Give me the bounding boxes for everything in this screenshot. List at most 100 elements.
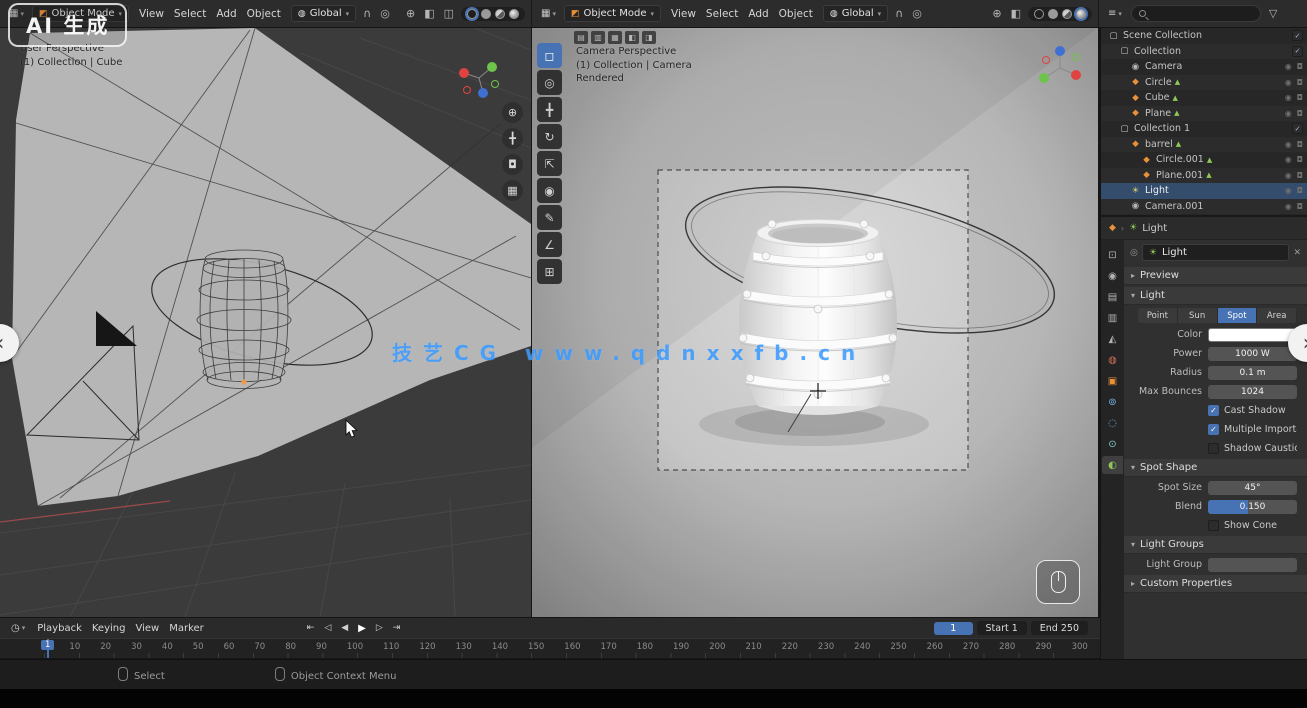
tool-settings-icon-x[interactable]: ◧ — [625, 31, 639, 44]
outliner-item-circle-001[interactable]: ◆Circle.001▲◉◘ — [1101, 152, 1307, 168]
field-max-bounces[interactable]: 1024 — [1208, 385, 1297, 399]
outliner-item-collection-1[interactable]: ▢Collection 1✓ — [1101, 121, 1307, 137]
outliner-item-plane-001[interactable]: ◆Plane.001▲◉◘ — [1101, 168, 1307, 184]
hide-in-viewport-icon[interactable]: ◉ — [1285, 171, 1292, 180]
viewport-left-canvas[interactable] — [0, 28, 531, 617]
field-radius[interactable]: 0.1 m — [1208, 366, 1297, 380]
outliner-search-input[interactable] — [1131, 5, 1261, 22]
datablock-name-field[interactable]: ☀ Light — [1142, 244, 1290, 261]
hide-in-viewport-icon[interactable]: ◉ — [1285, 93, 1292, 102]
hide-in-viewport-icon[interactable]: ◉ — [1285, 186, 1292, 195]
ortho-grid-icon[interactable]: ▦ — [502, 180, 523, 201]
snap-magnet-icon[interactable]: ∩ — [893, 6, 905, 21]
xray-toggle-icon[interactable]: ◫ — [442, 6, 456, 21]
menu-item-select[interactable]: Select — [701, 6, 743, 22]
timeline-ruler[interactable]: 0102030405060708090100110120130140150160… — [0, 638, 1100, 658]
field-light-group[interactable] — [1208, 558, 1297, 572]
disable-in-render-icon[interactable]: ◘ — [1297, 93, 1303, 102]
properties-tab-object-data[interactable]: ◐ — [1102, 456, 1123, 474]
jump-to-end-button[interactable]: ⇥ — [389, 622, 405, 635]
play-reverse-button[interactable]: ◀ — [337, 622, 352, 635]
disable-in-render-icon[interactable]: ◘ — [1297, 140, 1303, 149]
hide-in-viewport-icon[interactable]: ◉ — [1285, 140, 1292, 149]
outliner-item-collection[interactable]: ▢Collection✓ — [1101, 44, 1307, 60]
slider-blend[interactable]: 0.150 — [1208, 500, 1297, 514]
transform-orientation-select[interactable]: ◍Global▾ — [823, 5, 888, 22]
rotate-tool[interactable]: ↻ — [537, 124, 562, 149]
camera-view-icon[interactable]: ◘ — [502, 154, 523, 175]
filter-icon[interactable]: ▽ — [1267, 6, 1279, 21]
section-header-preview[interactable]: ▸Preview — [1124, 267, 1307, 285]
field-power[interactable]: 1000 W — [1208, 347, 1297, 361]
field-spot-size[interactable]: 45° — [1208, 481, 1297, 495]
menu-item-keying[interactable]: Keying — [87, 621, 131, 636]
select-box-tool[interactable]: ◻ — [537, 43, 562, 68]
menu-item-object[interactable]: Object — [774, 6, 818, 22]
menu-item-view[interactable]: View — [134, 6, 169, 22]
navigation-gizmo[interactable] — [1034, 42, 1086, 94]
prev-keyframe-button[interactable]: ◁ — [320, 622, 335, 635]
properties-tab-constraints[interactable]: ⊙ — [1102, 435, 1123, 453]
outliner-item-light[interactable]: ☀Light◉◘ — [1101, 183, 1307, 199]
menu-item-select[interactable]: Select — [169, 6, 211, 22]
hide-in-viewport-icon[interactable]: ◉ — [1285, 62, 1292, 71]
measure-tool[interactable]: ∠ — [537, 232, 562, 257]
snap-magnet-icon[interactable]: ∩ — [361, 6, 373, 21]
outliner-item-circle[interactable]: ◆Circle▲◉◘ — [1101, 75, 1307, 91]
shading-wireframe-icon[interactable] — [467, 9, 477, 19]
show-gizmo-icon[interactable]: ⊕ — [990, 6, 1003, 21]
shading-solid-icon[interactable] — [481, 9, 491, 19]
current-frame-field[interactable]: 1 — [934, 622, 972, 635]
tool-settings-icon-x[interactable]: ◨ — [642, 31, 656, 44]
editor-type-button[interactable]: ▦▾ — [538, 7, 559, 20]
outliner-item-barrel[interactable]: ◆barrel▲◉◘ — [1101, 137, 1307, 153]
outliner-item-cube[interactable]: ◆Cube▲◉◘ — [1101, 90, 1307, 106]
hide-in-viewport-icon[interactable]: ◉ — [1285, 78, 1292, 87]
editor-type-button[interactable]: ◷▾ — [8, 622, 28, 635]
section-header-light[interactable]: ▾Light — [1124, 287, 1307, 305]
properties-tab-physics[interactable]: ◌ — [1102, 414, 1123, 432]
zoom-icon[interactable]: ⊕ — [502, 102, 523, 123]
show-overlays-icon[interactable]: ◧ — [422, 6, 436, 21]
outliner-item-camera-001[interactable]: ◉Camera.001◉◘ — [1101, 199, 1307, 215]
hide-in-viewport-icon[interactable]: ◉ — [1285, 155, 1292, 164]
collection-checkbox-icon[interactable]: ✓ — [1292, 46, 1303, 57]
show-gizmo-icon[interactable]: ⊕ — [404, 6, 417, 21]
shading-solid-icon[interactable] — [1048, 9, 1058, 19]
shading-wireframe-icon[interactable] — [1034, 9, 1044, 19]
menu-item-add[interactable]: Add — [743, 6, 773, 22]
checkbox-multiple-importance[interactable]: ✓ — [1208, 424, 1219, 435]
properties-tab-modifiers[interactable]: ⊚ — [1102, 393, 1123, 411]
frame-start-field[interactable]: Start 1 — [977, 621, 1027, 635]
menu-item-marker[interactable]: Marker — [164, 621, 209, 636]
cursor-tool[interactable]: ◎ — [537, 70, 562, 95]
shading-rendered-icon[interactable] — [1076, 9, 1086, 19]
light-type-area[interactable]: Area — [1257, 308, 1297, 323]
light-type-spot[interactable]: Spot — [1218, 308, 1258, 323]
transform-orientation-select[interactable]: ◍Global▾ — [291, 5, 356, 22]
tool-settings-icon-x[interactable]: ▤ — [574, 31, 588, 44]
outliner-item-plane[interactable]: ◆Plane▲◉◘ — [1101, 106, 1307, 122]
menu-item-add[interactable]: Add — [211, 6, 241, 22]
jump-to-start-button[interactable]: ⇤ — [303, 622, 319, 635]
pan-icon[interactable]: ╋ — [502, 128, 523, 149]
light-type-sun[interactable]: Sun — [1178, 308, 1218, 323]
show-overlays-icon[interactable]: ◧ — [1009, 6, 1023, 21]
disable-in-render-icon[interactable]: ◘ — [1297, 109, 1303, 118]
disable-in-render-icon[interactable]: ◘ — [1297, 171, 1303, 180]
disable-in-render-icon[interactable]: ◘ — [1297, 155, 1303, 164]
tool-settings-icon-x[interactable]: ▥ — [591, 31, 605, 44]
checkbox-show-cone[interactable] — [1208, 520, 1219, 531]
viewport-3d-right[interactable]: ▤▥▦◧◨ Camera Perspective(1) Collection |… — [532, 28, 1098, 617]
properties-tab-render[interactable]: ◉ — [1102, 267, 1123, 285]
properties-tab-object[interactable]: ▣ — [1102, 372, 1123, 390]
navigation-gizmo[interactable] — [455, 54, 503, 102]
hide-in-viewport-icon[interactable]: ◉ — [1285, 109, 1292, 118]
hide-in-viewport-icon[interactable]: ◉ — [1285, 202, 1292, 211]
mouse-navigation-widget[interactable] — [1036, 560, 1080, 604]
menu-item-playback[interactable]: Playback — [32, 621, 87, 636]
mode-select[interactable]: ◩Object Mode▾ — [564, 5, 661, 22]
frame-end-field[interactable]: End 250 — [1031, 621, 1088, 635]
properties-tab-output[interactable]: ▤ — [1102, 288, 1123, 306]
next-keyframe-button[interactable]: ▷ — [372, 622, 387, 635]
